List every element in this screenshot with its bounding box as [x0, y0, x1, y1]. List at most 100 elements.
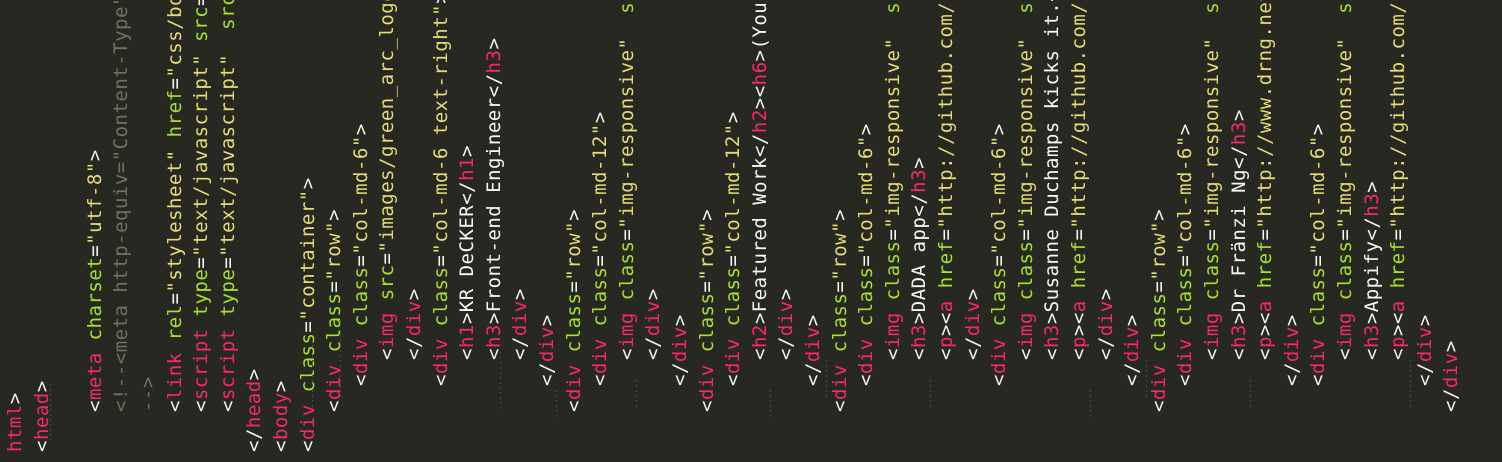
code-line: <h3>Susanne Duchamps kicks it.</: [1039, 0, 1065, 360]
code-token: rel: [163, 304, 186, 341]
code-token: div: [1121, 326, 1144, 363]
code-token: img: [1014, 312, 1037, 349]
code-token: div: [509, 300, 532, 337]
code-token: type: [190, 268, 213, 317]
code-token: <: [589, 374, 612, 386]
code-token: class: [589, 266, 612, 327]
code-token: <: [296, 440, 319, 452]
code-token: class: [722, 266, 745, 327]
code-token: class: [1147, 292, 1170, 353]
code-editor[interactable]: html> <head> <meta charset="utf-8"> <!--<me…: [0, 0, 1502, 462]
code-line: -->: [135, 376, 161, 412]
code-token: src: [190, 5, 213, 42]
code-token: div: [1147, 364, 1170, 401]
code-token: <: [1360, 348, 1383, 360]
code-token: <: [562, 400, 585, 412]
code-token: class: [349, 266, 372, 327]
code-token: "col-md-6": [1174, 135, 1197, 255]
code-token: </: [1440, 388, 1463, 412]
code-token: class: [323, 292, 346, 353]
code-token: img: [615, 312, 638, 349]
code-token: =: [323, 280, 346, 293]
code-token: >: [589, 111, 612, 124]
indent-guide: [1250, 380, 1251, 410]
code-token: <: [1068, 348, 1090, 360]
code-token: "col-md-6 text-right": [429, 3, 452, 255]
code-token: h3: [908, 324, 931, 349]
code-line: <h3>Dr Fränzi Ng</h3>: [1226, 109, 1252, 360]
code-token: >: [456, 145, 479, 157]
code-line: </div>: [667, 314, 693, 386]
code-token: ><: [935, 312, 957, 337]
code-token: "container": [296, 189, 319, 321]
code-token: href: [1387, 240, 1410, 289]
code-token: =: [190, 256, 213, 269]
code-token: "img-responsive": [1014, 37, 1037, 229]
code-token: <: [83, 400, 106, 412]
code-line: <script type="text/javascript" src=": [188, 0, 214, 412]
code-token: div: [1280, 326, 1303, 363]
code-token: h3: [1227, 324, 1250, 349]
code-token: "row": [562, 220, 585, 281]
code-token: img: [1334, 312, 1356, 349]
code-token: src: [1015, 0, 1037, 14]
code-line: </div>: [401, 288, 427, 360]
code-token: class: [1334, 240, 1356, 301]
code-token: meta: [83, 352, 106, 401]
code-token: div: [722, 338, 745, 375]
code-line: html>: [2, 392, 28, 452]
code-token: >: [403, 288, 425, 301]
code-token: =: [296, 320, 319, 333]
code-token: src: [1201, 0, 1223, 14]
code-token: div: [775, 300, 798, 337]
code-token: h1: [456, 156, 479, 181]
code-token: div: [1174, 338, 1197, 375]
code-token: >: [988, 123, 1011, 136]
code-token: <: [216, 400, 239, 412]
code-line: </div>: [1279, 314, 1305, 386]
code-token: <: [1334, 348, 1356, 360]
code-token: div: [589, 338, 612, 375]
code-token: </: [1413, 362, 1436, 386]
code-line: <link rel="stylesheet" href="css/boo: [162, 0, 188, 412]
code-token: =: [562, 280, 585, 293]
code-token: "stylesheet": [163, 149, 186, 293]
code-token: "row": [695, 220, 718, 281]
code-line: <img class="img-responsive" src=: [1013, 0, 1039, 360]
code-token: h6: [748, 61, 771, 86]
code-token: "col-md-6": [855, 135, 878, 255]
code-token: <: [1254, 348, 1277, 360]
code-token: <: [190, 400, 213, 412]
code-token: </: [403, 336, 425, 360]
code-token: =: [988, 254, 1011, 267]
code-token: >: [828, 208, 851, 221]
code-token: >Susanne Duchamps kicks it.</: [1041, 0, 1064, 325]
code-token: >: [323, 208, 346, 221]
code-token: div: [349, 338, 372, 375]
code-token: </: [1280, 362, 1303, 386]
code-token: >: [1360, 180, 1383, 193]
code-token: >: [1227, 109, 1250, 122]
code-token: <: [1174, 374, 1197, 386]
code-token: >: [961, 288, 984, 301]
code-token: >DADA app</: [908, 192, 931, 325]
indent-guide: [826, 360, 827, 400]
code-token: "http://www.drng.net/: [1254, 0, 1277, 229]
code-token: </: [669, 362, 691, 386]
code-token: div: [1413, 326, 1436, 363]
code-line: </div>: [640, 288, 666, 360]
code-token: div: [828, 364, 851, 401]
indent-guide: [770, 390, 771, 420]
code-token: </: [509, 336, 532, 360]
code-token: >Front-end Engineer</: [482, 73, 505, 325]
code-token: >: [243, 368, 266, 381]
code-token: class: [429, 266, 452, 327]
code-token: <: [163, 400, 186, 412]
